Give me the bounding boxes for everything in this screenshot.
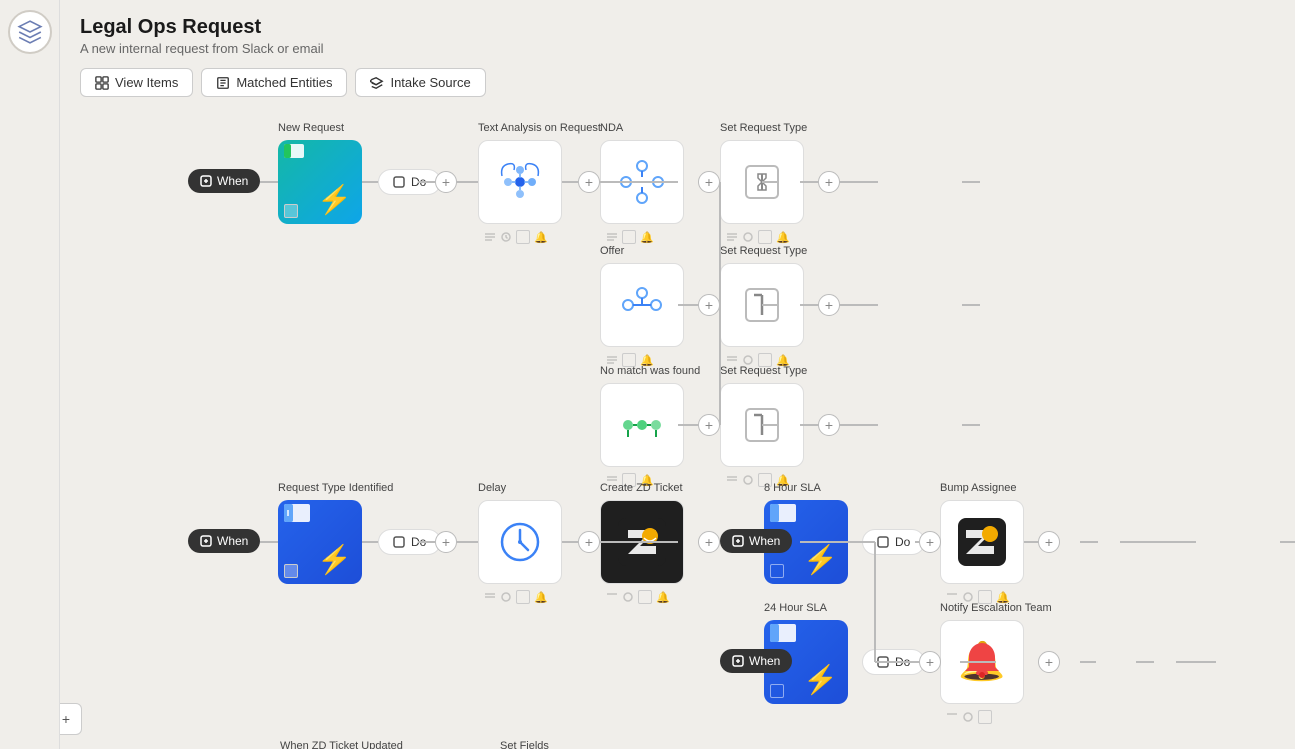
create-zd-ticket-wrapper: Create ZD Ticket	[600, 500, 684, 584]
delay-controls: 🔔	[484, 590, 548, 604]
set-request-type-3-node[interactable]	[720, 383, 804, 467]
main-content: Legal Ops Request A new internal request…	[60, 0, 1295, 749]
no-match-wrapper: No match was found 🔔	[600, 383, 684, 467]
set-request-type-2-node[interactable]	[720, 263, 804, 347]
do-pill-4[interactable]: Do	[862, 649, 925, 675]
set-request-type-3-wrapper: Set Request Type 🔔	[720, 383, 804, 467]
app-logo	[8, 10, 52, 54]
new-request-wrapper: New Request ⚡	[278, 140, 362, 224]
offer-label: Offer	[600, 245, 624, 257]
matched-entities-button[interactable]: Matched Entities	[201, 68, 347, 97]
nda-controls: 🔔	[606, 230, 654, 244]
page-subtitle: A new internal request from Slack or ema…	[80, 41, 1275, 56]
header-buttons: View Items Matched Entities Intake Sourc…	[80, 68, 1275, 97]
set-request-type-2-label: Set Request Type	[720, 245, 807, 257]
request-type-identified-node[interactable]: ⚡	[278, 500, 362, 584]
no-match-node[interactable]	[600, 383, 684, 467]
notify-escalation-label: Notify Escalation Team	[940, 602, 1052, 614]
when-trigger-2[interactable]: When	[188, 529, 260, 553]
plus-button-8[interactable]: +	[818, 414, 840, 436]
create-zd-ticket-controls: 🔔	[606, 590, 670, 604]
offer-node[interactable]	[600, 263, 684, 347]
header: Legal Ops Request A new internal request…	[60, 0, 1295, 107]
new-request-label: New Request	[278, 122, 344, 134]
plus-button-9[interactable]: +	[435, 531, 457, 553]
when-trigger-4[interactable]: When	[720, 649, 792, 673]
24hr-sla-label: 24 Hour SLA	[764, 602, 827, 614]
delay-label: Delay	[478, 482, 506, 494]
plus-button-11[interactable]: +	[698, 531, 720, 553]
notify-escalation-wrapper: Notify Escalation Team 🔔	[940, 620, 1024, 704]
plus-button-5[interactable]: +	[698, 294, 720, 316]
delay-node[interactable]	[478, 500, 562, 584]
view-items-button[interactable]: View Items	[80, 68, 193, 97]
nda-node[interactable]	[600, 140, 684, 224]
plus-button-4[interactable]: +	[818, 171, 840, 193]
intake-source-button[interactable]: Intake Source	[355, 68, 485, 97]
text-analysis-label: Text Analysis on Request	[478, 122, 601, 134]
nda-wrapper: NDA 🔔	[600, 140, 684, 224]
plus-button-15[interactable]: +	[1038, 651, 1060, 673]
no-match-label: No match was found	[600, 365, 700, 377]
bump-assignee-node[interactable]	[940, 500, 1024, 584]
set-request-type-1-label: Set Request Type	[720, 122, 807, 134]
request-type-identified-label: Request Type Identified	[278, 482, 393, 494]
bottom-label-1: When ZD Ticket Updated	[280, 740, 403, 749]
plus-button-14[interactable]: +	[919, 651, 941, 673]
delay-wrapper: Delay 🔔	[478, 500, 562, 584]
set-request-type-3-label: Set Request Type	[720, 365, 807, 377]
bottom-label-2: Set Fields	[500, 740, 549, 749]
when-trigger-1[interactable]: When	[188, 169, 260, 193]
bump-assignee-wrapper: Bump Assignee 🔔	[940, 500, 1024, 584]
set-request-type-1-controls: 🔔	[726, 230, 790, 244]
create-zd-ticket-node[interactable]	[600, 500, 684, 584]
do-pill-1[interactable]: Do	[378, 169, 441, 195]
set-request-type-2-wrapper: Set Request Type 🔔	[720, 263, 804, 347]
plus-button-6[interactable]: +	[818, 294, 840, 316]
text-analysis-node[interactable]	[478, 140, 562, 224]
do-pill-2[interactable]: Do	[378, 529, 441, 555]
bump-assignee-label: Bump Assignee	[940, 482, 1016, 494]
plus-button-3[interactable]: +	[698, 171, 720, 193]
plus-button-12[interactable]: +	[919, 531, 941, 553]
8hr-sla-label: 8 Hour SLA	[764, 482, 821, 494]
offer-wrapper: Offer 🔔	[600, 263, 684, 347]
text-analysis-wrapper: Text Analysis on Request	[478, 140, 562, 224]
set-request-type-1-node[interactable]	[720, 140, 804, 224]
notify-escalation-controls	[946, 710, 992, 724]
create-zd-ticket-label: Create ZD Ticket	[600, 482, 683, 494]
when-trigger-3[interactable]: When	[720, 529, 792, 553]
plus-button-2[interactable]: +	[578, 171, 600, 193]
plus-button-1[interactable]: +	[435, 171, 457, 193]
request-type-identified-wrapper: Request Type Identified ⚡	[278, 500, 362, 584]
set-request-type-1-wrapper: Set Request Type 🔔	[720, 140, 804, 224]
plus-button-13[interactable]: +	[1038, 531, 1060, 553]
nda-label: NDA	[600, 122, 623, 134]
sidebar	[0, 0, 60, 749]
page-title: Legal Ops Request	[80, 16, 1275, 39]
new-request-node[interactable]: ⚡	[278, 140, 362, 224]
notify-escalation-node[interactable]: 🔔	[940, 620, 1024, 704]
plus-button-7[interactable]: +	[698, 414, 720, 436]
plus-button-10[interactable]: +	[578, 531, 600, 553]
do-pill-3[interactable]: Do	[862, 529, 925, 555]
text-analysis-controls: 🔔	[484, 230, 548, 244]
workflow-canvas: When New Request ⚡ Do	[120, 110, 1295, 749]
